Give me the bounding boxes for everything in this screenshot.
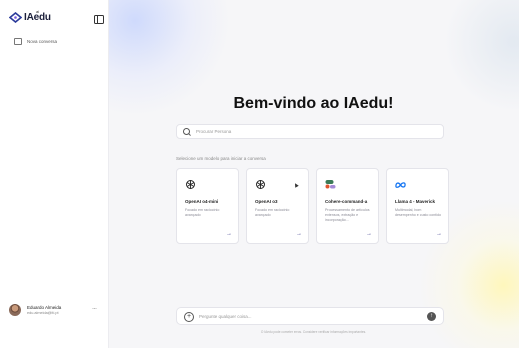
logo[interactable]: IAedu ai	[9, 9, 51, 23]
model-description: Processamento de artículos extensos, ext…	[325, 208, 370, 222]
model-name: OpenAI o4-mini	[185, 199, 219, 204]
search-placeholder: Procurar Persona	[196, 129, 232, 134]
send-button[interactable]: ↑	[427, 312, 436, 321]
cohere-icon	[325, 179, 336, 190]
prompt-placeholder: Pergunte qualquer coisa...	[199, 313, 252, 319]
model-name: Cohere-command-a	[325, 199, 368, 204]
new-chat-label: Nova conversa	[27, 39, 58, 44]
search-icon	[183, 128, 190, 135]
model-card-cohere[interactable]: Cohere-command-a Processamento de artícu…	[316, 168, 379, 244]
sidebar: IAedu ai Nova conversa Eduardo Almeida e…	[0, 0, 109, 348]
arrow-right-icon[interactable]: →	[296, 231, 302, 237]
openai-icon	[185, 179, 196, 190]
model-name: Llama 4 - Maverick	[395, 199, 436, 204]
model-card-o3[interactable]: OpenAI o3 Focado em raciocínio avançado …	[246, 168, 309, 244]
model-card-o4-mini[interactable]: OpenAI o4-mini Focado em raciocínio avan…	[176, 168, 239, 244]
sidebar-toggle-icon[interactable]	[94, 15, 104, 24]
page-title: Bem-vindo ao IAedu!	[233, 95, 394, 112]
user-name: Eduardo Almeida	[27, 305, 62, 310]
user-email: edu.almeida@iti.pt	[27, 311, 59, 315]
disclaimer: O IAedu pode cometer erros. Considere ve…	[260, 330, 367, 334]
chat-icon	[14, 38, 22, 45]
logo-mark-icon	[9, 12, 22, 23]
logo-sup: ai	[36, 9, 40, 14]
avatar	[9, 304, 21, 316]
arrow-right-icon[interactable]: →	[366, 231, 372, 237]
model-name: OpenAI o3	[255, 199, 278, 204]
model-card-llama[interactable]: Llama 4 - Maverick Multimodal, bom desem…	[386, 168, 449, 244]
model-description: Focado em raciocínio avançado	[255, 208, 290, 217]
user-profile[interactable]: Eduardo Almeida edu.almeida@iti.pt ···	[9, 304, 104, 316]
user-info: Eduardo Almeida edu.almeida@iti.pt	[27, 305, 61, 315]
app-window: IAedu ai Nova conversa Eduardo Almeida e…	[0, 0, 519, 348]
model-description: Multimodal, bom desempenho e custo conti…	[395, 208, 441, 217]
openai-icon	[255, 179, 266, 190]
arrow-right-icon[interactable]: →	[436, 231, 442, 237]
model-description: Focado em raciocínio avançado	[185, 208, 220, 217]
add-attachment-icon[interactable]: +	[184, 312, 194, 322]
persona-search-input[interactable]: Procurar Persona	[176, 124, 444, 139]
arrow-right-icon[interactable]: →	[226, 231, 232, 237]
model-cards: OpenAI o4-mini Focado em raciocínio avan…	[176, 168, 449, 244]
prompt-input[interactable]: + Pergunte qualquer coisa... ↑	[176, 307, 444, 325]
new-chat-button[interactable]: Nova conversa	[14, 38, 57, 45]
section-label: Selecione um modelo para iniciar a conve…	[176, 156, 266, 161]
meta-icon	[395, 179, 406, 190]
more-options-icon[interactable]: ···	[92, 306, 97, 312]
